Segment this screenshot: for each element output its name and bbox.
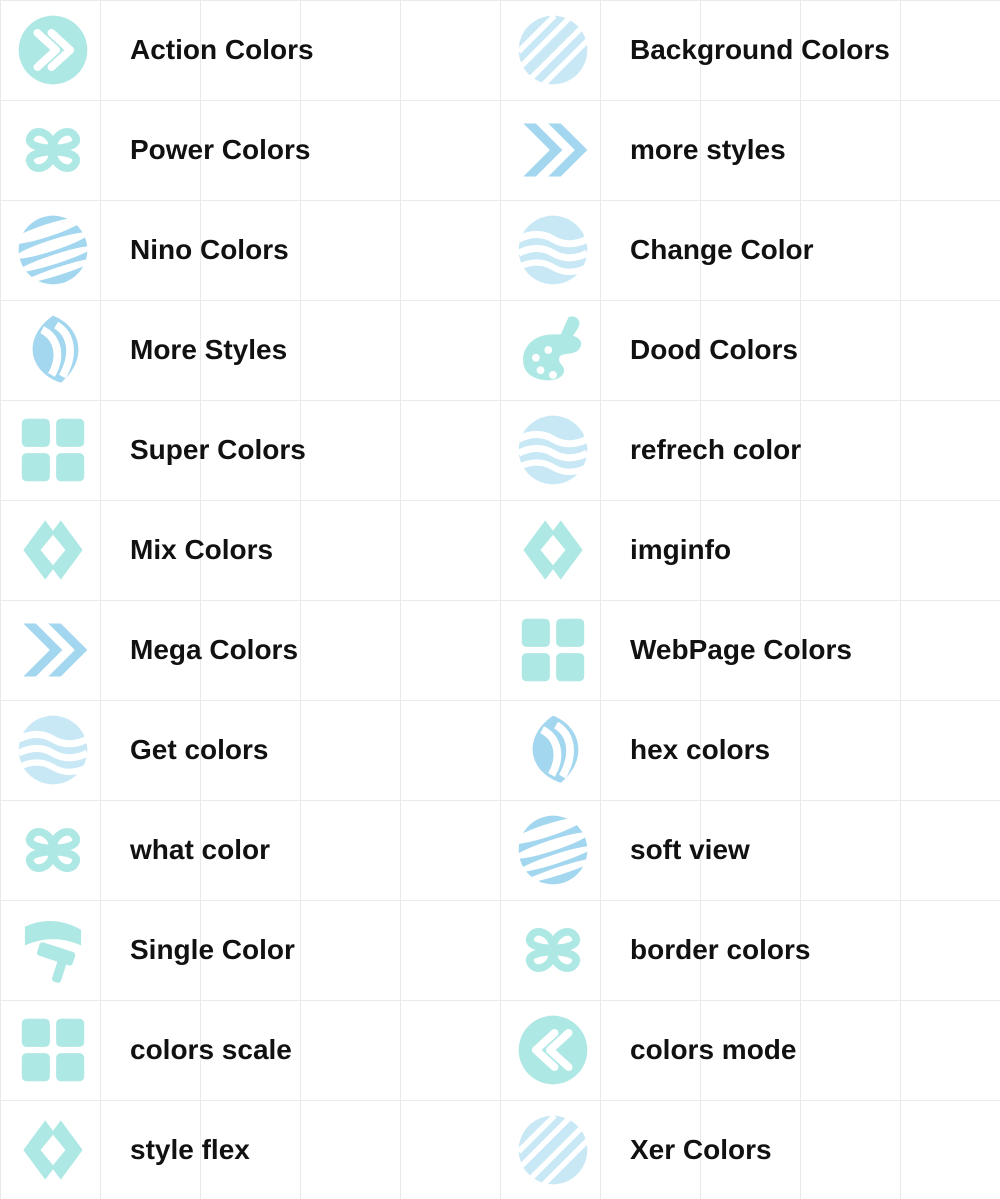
double-chevron-right-icon — [14, 611, 92, 689]
extension-label: refrech color — [630, 434, 801, 466]
extension-item[interactable]: Nino Colors — [0, 200, 500, 300]
extension-item[interactable]: Super Colors — [0, 400, 500, 500]
clover-icon — [14, 111, 92, 189]
extension-label: what color — [130, 834, 270, 866]
clover-icon — [514, 911, 592, 989]
extension-item[interactable]: what color — [0, 800, 500, 900]
extension-label: Mix Colors — [130, 534, 273, 566]
extension-label: border colors — [630, 934, 810, 966]
extension-item[interactable]: Mix Colors — [0, 500, 500, 600]
extension-label: More Styles — [130, 334, 287, 366]
extension-label: Mega Colors — [130, 634, 298, 666]
extension-item[interactable]: style flex — [0, 1100, 500, 1199]
extension-label: Super Colors — [130, 434, 306, 466]
extension-label: Nino Colors — [130, 234, 289, 266]
extension-label: colors scale — [130, 1034, 292, 1066]
diamond-brackets-icon — [514, 511, 592, 589]
four-squares-icon — [514, 611, 592, 689]
extension-item[interactable]: refrech color — [500, 400, 1000, 500]
extension-label: more styles — [630, 134, 786, 166]
swirl-ball-icon — [514, 811, 592, 889]
extension-item[interactable]: Change Color — [500, 200, 1000, 300]
extension-label: Xer Colors — [630, 1134, 772, 1166]
column-right: Background Colors more styles Change Color… — [500, 0, 1000, 1199]
extension-label: hex colors — [630, 734, 770, 766]
extension-item[interactable]: WebPage Colors — [500, 600, 1000, 700]
extension-label: style flex — [130, 1134, 250, 1166]
four-squares-icon — [14, 411, 92, 489]
extension-label: WebPage Colors — [630, 634, 852, 666]
extension-item[interactable]: More Styles — [0, 300, 500, 400]
wave-leaf-icon — [14, 311, 92, 389]
diamond-brackets-icon — [14, 1111, 92, 1189]
extension-label: colors mode — [630, 1034, 796, 1066]
column-left: Action Colors Power Colors Nino Colors Mor… — [0, 0, 500, 1199]
extension-item[interactable]: hex colors — [500, 700, 1000, 800]
extension-grid: Action Colors Power Colors Nino Colors Mor… — [0, 0, 1000, 1199]
extension-item[interactable]: Background Colors — [500, 0, 1000, 100]
double-chevron-right-icon — [514, 111, 592, 189]
extension-label: Power Colors — [130, 134, 310, 166]
extension-label: Dood Colors — [630, 334, 798, 366]
circle-arrows-right-icon — [14, 11, 92, 89]
extension-label: soft view — [630, 834, 750, 866]
extension-label: Action Colors — [130, 34, 314, 66]
swirl-ball-icon — [14, 211, 92, 289]
extension-label: imginfo — [630, 534, 731, 566]
extension-item[interactable]: Single Color — [0, 900, 500, 1000]
extension-item[interactable]: Dood Colors — [500, 300, 1000, 400]
extension-label: Change Color — [630, 234, 814, 266]
extension-item[interactable]: Get colors — [0, 700, 500, 800]
paint-roller-icon — [14, 911, 92, 989]
extension-label: Single Color — [130, 934, 295, 966]
hatched-circle-icon — [514, 11, 592, 89]
hatched-circle-icon — [514, 1111, 592, 1189]
extension-item[interactable]: soft view — [500, 800, 1000, 900]
palette-icon — [514, 311, 592, 389]
extension-item[interactable]: colors scale — [0, 1000, 500, 1100]
four-squares-icon — [14, 1011, 92, 1089]
wave-ball-icon — [514, 411, 592, 489]
extension-item[interactable]: Mega Colors — [0, 600, 500, 700]
diamond-brackets-icon — [14, 511, 92, 589]
extension-item[interactable]: border colors — [500, 900, 1000, 1000]
wave-ball-icon — [14, 711, 92, 789]
extension-item[interactable]: colors mode — [500, 1000, 1000, 1100]
wave-ball-icon — [514, 211, 592, 289]
extension-item[interactable]: Action Colors — [0, 0, 500, 100]
extension-item[interactable]: more styles — [500, 100, 1000, 200]
extension-item[interactable]: Power Colors — [0, 100, 500, 200]
extension-item[interactable]: Xer Colors — [500, 1100, 1000, 1199]
circle-arrows-left-icon — [514, 1011, 592, 1089]
wave-leaf-icon — [514, 711, 592, 789]
clover-icon — [14, 811, 92, 889]
extension-item[interactable]: imginfo — [500, 500, 1000, 600]
extension-label: Background Colors — [630, 34, 890, 66]
extension-label: Get colors — [130, 734, 268, 766]
